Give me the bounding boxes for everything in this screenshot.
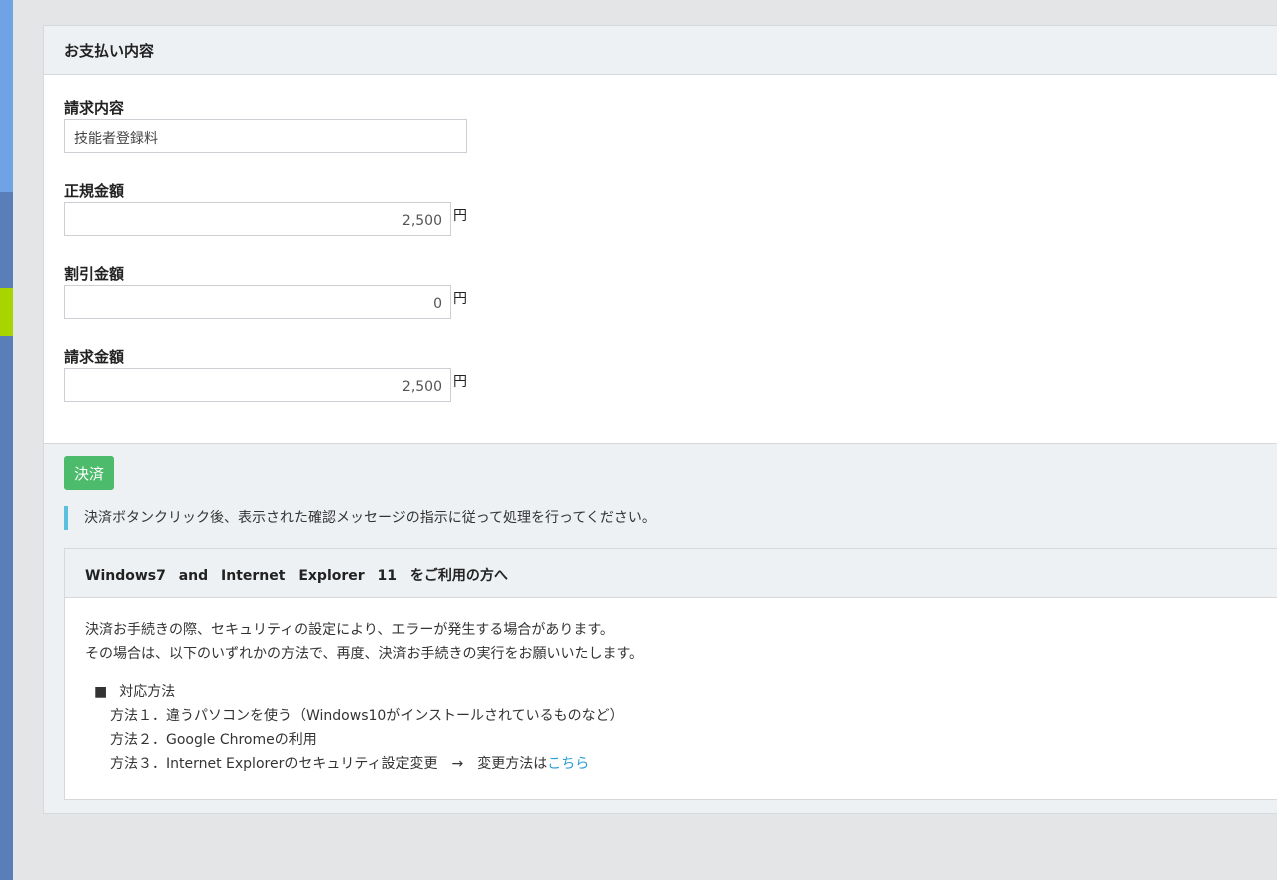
sidebar-strip: [0, 0, 13, 880]
discount-amount-row: 0 円: [64, 285, 1277, 319]
methods-list: ■ 対応方法 方法１．違うパソコンを使う（Windows10がインストールされてい…: [94, 680, 1277, 776]
invoice-content-field[interactable]: 技能者登録料: [64, 119, 467, 153]
settings-change-link[interactable]: こちら: [547, 756, 589, 772]
regular-amount-row: 2,500 円: [64, 202, 1277, 236]
yen-unit: 円: [453, 291, 467, 307]
ie-notice-line1: 決済お手続きの際、セキュリティの設定により、エラーが発生する場合があります。: [85, 622, 614, 638]
payment-form: 請求内容 技能者登録料 正規金額 2,500 円 割引金額 0 円 請求金額 2…: [44, 75, 1277, 444]
payment-notice: 決済ボタンクリック後、表示された確認メッセージの指示に従って処理を行ってください…: [64, 506, 1277, 530]
ie-notice-line2: その場合は、以下のいずれかの方法で、再度、決済お手続きの実行をお願いいたします。: [85, 646, 644, 662]
method-3-text: 方法３．Internet Explorerのセキュリティ設定変更 → 変更方法は: [110, 756, 548, 772]
billed-amount-row: 2,500 円: [64, 368, 1277, 402]
methods-title-text: 対応方法: [119, 684, 176, 700]
yen-unit: 円: [453, 374, 467, 390]
billed-amount-field[interactable]: 2,500: [64, 368, 451, 402]
yen-unit: 円: [453, 208, 467, 224]
method-2: 方法２．Google Chromeの利用: [110, 732, 317, 748]
sidebar-strip-top: [0, 0, 13, 192]
sidebar-active-indicator: [0, 288, 13, 336]
regular-amount-label: 正規金額: [64, 182, 125, 200]
discount-amount-label: 割引金額: [64, 265, 125, 283]
regular-amount-field[interactable]: 2,500: [64, 202, 451, 236]
payment-footer: 決済 決済ボタンクリック後、表示された確認メッセージの指示に従って処理を行ってく…: [44, 444, 1277, 800]
methods-title: ■ 対応方法: [94, 680, 1277, 704]
ie-notice-body: 決済お手続きの際、セキュリティの設定により、エラーが発生する場合があります。 そ…: [65, 598, 1277, 799]
pay-button[interactable]: 決済: [64, 456, 114, 490]
method-3: 方法３．Internet Explorerのセキュリティ設定変更 → 変更方法は…: [110, 752, 1277, 776]
ie-notice-card: Windows7 and Internet Explorer 11 をご利用の方…: [64, 548, 1277, 800]
square-bullet-icon: ■: [94, 684, 108, 700]
payment-card: お支払い内容 請求内容 技能者登録料 正規金額 2,500 円 割引金額 0 円…: [43, 25, 1277, 814]
invoice-content-label: 請求内容: [64, 99, 125, 117]
ie-notice-title: Windows7 and Internet Explorer 11 をご利用の方…: [65, 549, 1277, 598]
billed-amount-label: 請求金額: [64, 348, 125, 366]
payment-card-title: お支払い内容: [44, 26, 1277, 75]
method-1: 方法１．違うパソコンを使う（Windows10がインストールされているものなど）: [110, 708, 624, 724]
discount-amount-field[interactable]: 0: [64, 285, 451, 319]
